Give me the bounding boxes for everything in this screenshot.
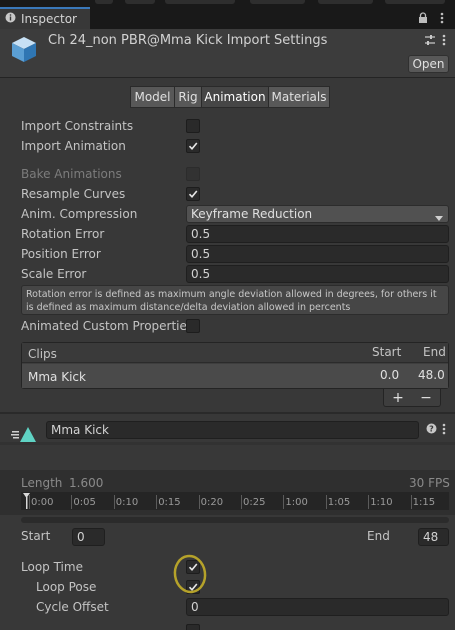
lock-icon[interactable]: [417, 10, 429, 26]
help-icon[interactable]: ?: [426, 423, 437, 437]
more-options-icon[interactable]: [436, 10, 448, 26]
highlight-circle: [173, 554, 207, 594]
toolbar-button[interactable]: [125, 0, 155, 4]
check-icon: [188, 142, 198, 151]
timeline-tick-mark: [368, 495, 370, 509]
toolbar-button[interactable]: [318, 0, 373, 4]
timeline-tick-label: 0:00: [31, 497, 54, 508]
tab-animation[interactable]: Animation: [201, 86, 269, 108]
timeline-tick-label: 0:05: [73, 497, 96, 508]
page-title: Ch 24_non PBR@Mma Kick Import Settings: [48, 33, 328, 48]
bake-animations-checkbox: [186, 167, 200, 181]
cycle-offset-field[interactable]: 0: [186, 598, 449, 616]
length-label: Length: [21, 476, 63, 490]
timeline-tick-mark: [283, 495, 285, 509]
chevron-down-icon: [435, 211, 443, 225]
toolbar-button[interactable]: [95, 0, 113, 4]
tab-inspector[interactable]: Inspector: [0, 7, 90, 29]
timeline-tick-mark: [241, 495, 242, 509]
anim-compression-label: Anim. Compression: [21, 207, 138, 221]
timeline-tick-mark: [156, 495, 158, 509]
inspector-header: Ch 24_non PBR@Mma Kick Import Settings O…: [0, 29, 455, 78]
next-checkbox[interactable]: [186, 624, 200, 630]
timeline-tick-label: 1:00: [285, 497, 308, 508]
model-asset-icon: [10, 35, 38, 66]
timeline-scrollbar[interactable]: [21, 517, 449, 523]
anim-compression-value: Keyframe Reduction: [191, 207, 313, 221]
position-error-label: Position Error: [21, 247, 101, 261]
resample-curves-checkbox[interactable]: [186, 187, 200, 201]
timeline-tick-mark: [71, 495, 73, 509]
check-icon: [188, 190, 198, 199]
bake-animations-label: Bake Animations: [21, 167, 122, 181]
rotation-error-label: Rotation Error: [21, 227, 105, 241]
divider: [0, 442, 455, 445]
loop-time-label: Loop Time: [21, 560, 83, 574]
length-value: 1.600: [69, 476, 104, 490]
import-animation-checkbox[interactable]: [186, 139, 200, 153]
timeline-tick-label: 1:15: [412, 497, 436, 508]
tab-label: Inspector: [21, 12, 77, 26]
toolbar-button[interactable]: [385, 0, 445, 4]
timeline-tick-label: 1:10: [370, 497, 393, 508]
clip-end-field[interactable]: 48: [418, 528, 449, 546]
clip-start: 0.0: [380, 368, 400, 382]
clips-header-label: Clips: [28, 347, 57, 361]
clips-list: Clips Start End Mma Kick 0.0 48.0: [21, 342, 449, 389]
tab-rig[interactable]: Rig: [174, 86, 202, 108]
clip-end-label: End: [367, 529, 390, 543]
clip-start-field[interactable]: 0: [72, 528, 105, 546]
scale-error-label: Scale Error: [21, 267, 87, 281]
anim-compression-dropdown[interactable]: Keyframe Reduction: [186, 205, 449, 223]
tab-bar: Inspector: [0, 5, 455, 29]
open-button[interactable]: Open: [408, 55, 449, 73]
tab-materials[interactable]: Materials: [268, 86, 330, 108]
info-icon: [5, 12, 16, 26]
timeline-tick-mark: [198, 495, 200, 509]
remove-clip-button[interactable]: −: [420, 390, 432, 406]
clips-start-header: Start: [372, 345, 402, 359]
animated-custom-properties-label: Animated Custom Properties: [21, 319, 194, 333]
timeline-tick-mark: [325, 495, 327, 509]
clip-end: 48.0: [418, 368, 445, 382]
loop-pose-label: Loop Pose: [36, 580, 97, 594]
import-constraints-checkbox[interactable]: [186, 119, 200, 133]
import-animation-label: Import Animation: [21, 139, 126, 153]
position-error-field[interactable]: 0.5: [186, 245, 449, 263]
clip-start-label: Start: [21, 529, 51, 543]
more-options-icon[interactable]: [442, 423, 446, 438]
scale-error-field[interactable]: 0.5: [186, 265, 449, 283]
help-box: Rotation error is defined as maximum ang…: [21, 285, 449, 315]
resample-curves-label: Resample Curves: [21, 187, 126, 201]
preset-settings-icon[interactable]: [424, 34, 436, 49]
more-options-icon[interactable]: [442, 34, 446, 49]
rotation-error-field[interactable]: 0.5: [186, 225, 449, 243]
add-clip-button[interactable]: +: [392, 390, 404, 406]
toolbar-button[interactable]: [250, 0, 305, 4]
timeline-tick-label: 0:25: [243, 497, 266, 508]
divider: [0, 412, 455, 414]
cycle-offset-label: Cycle Offset: [36, 600, 109, 614]
import-settings-tabs: Model Rig Animation Materials: [130, 86, 330, 108]
toolbar-button[interactable]: [165, 0, 235, 4]
clips-end-header: End: [423, 345, 446, 359]
clips-add-remove: + −: [383, 389, 441, 407]
clips-header: Clips Start End: [22, 343, 448, 363]
list-item[interactable]: Mma Kick 0.0 48.0: [22, 364, 448, 388]
timeline-tick-mark: [113, 495, 115, 509]
timeline-tick-label: 0:10: [115, 497, 139, 508]
svg-text:?: ?: [429, 425, 434, 434]
timeline-tick-label: 1:05: [327, 497, 351, 508]
timeline-tick-label: 0:20: [200, 497, 224, 508]
fps-value: 30 FPS: [409, 476, 450, 490]
clip-name-field[interactable]: Mma Kick: [46, 421, 419, 439]
import-constraints-label: Import Constraints: [21, 119, 134, 133]
timeline-tick-mark: [29, 495, 30, 509]
clip-name: Mma Kick: [28, 370, 86, 384]
tab-model[interactable]: Model: [130, 86, 175, 108]
timeline-tick-mark: [410, 495, 412, 509]
timeline-tick-label: 0:15: [158, 497, 181, 508]
animated-custom-properties-checkbox[interactable]: [186, 319, 200, 333]
